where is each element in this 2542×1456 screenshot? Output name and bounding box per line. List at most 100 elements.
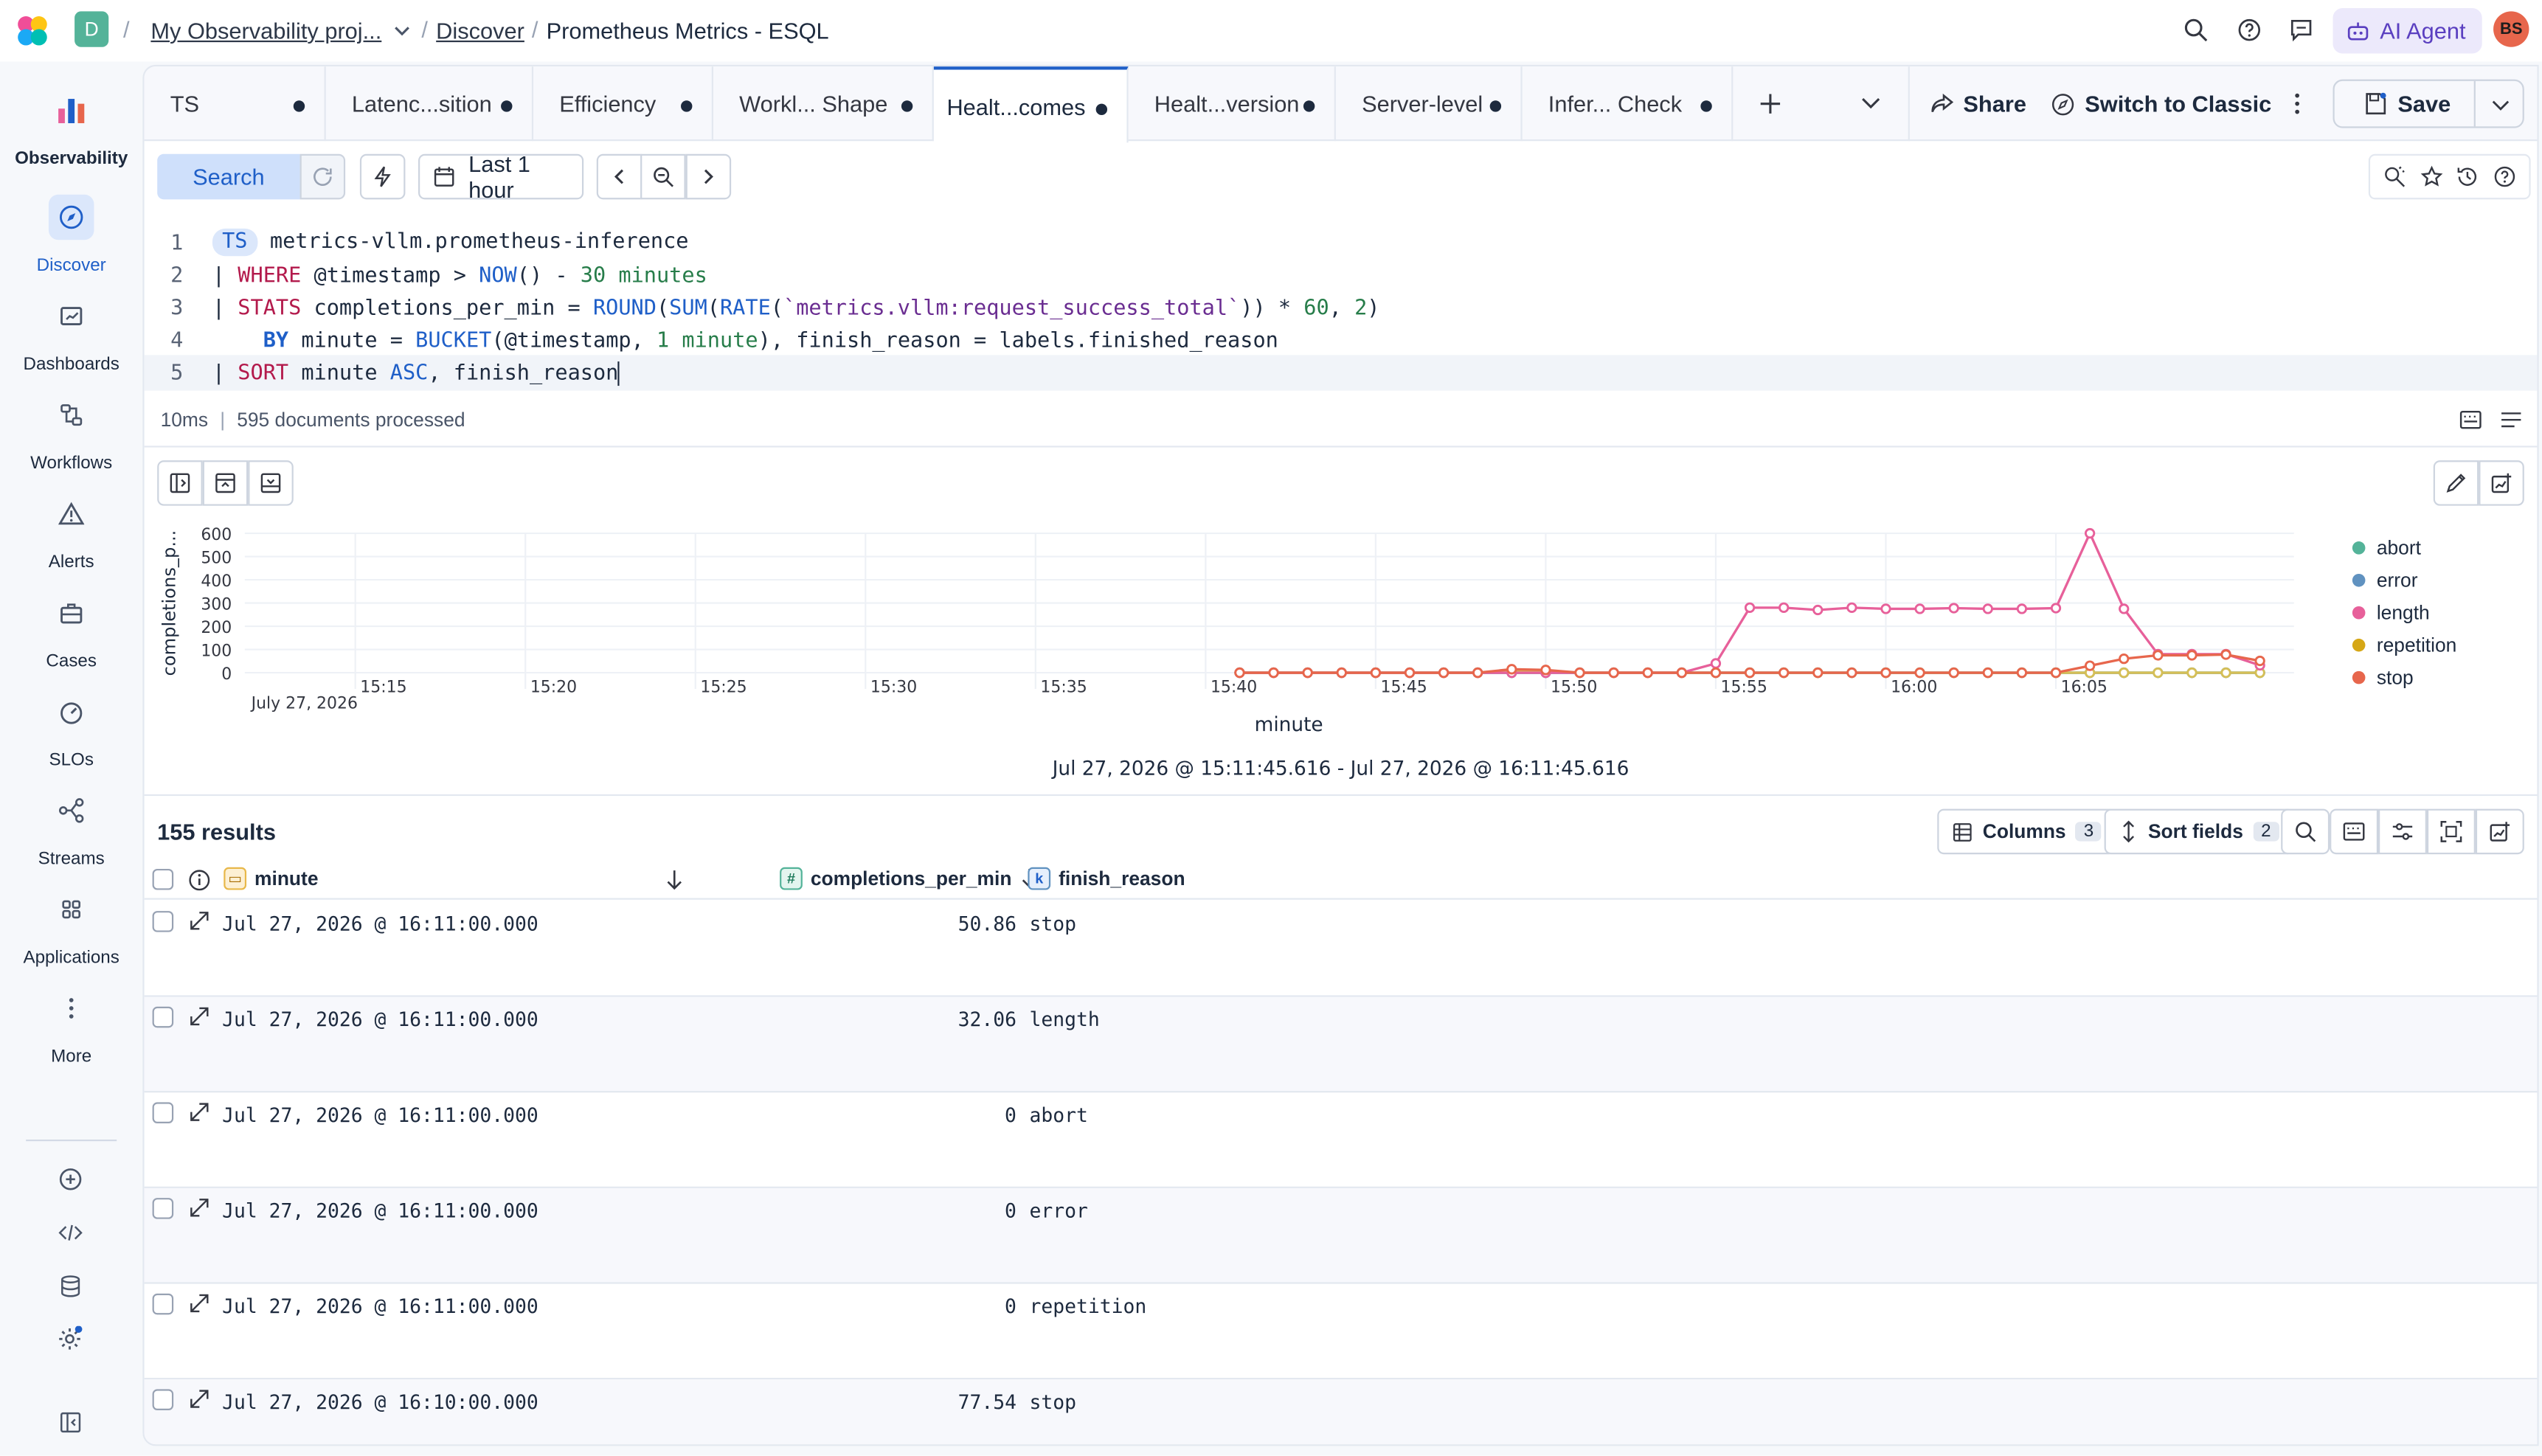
line-chart[interactable]: 600 500 400 300 200 100 0 15:15 15:20 15:25 15:30 1… [145,512,2349,797]
legend-item-error[interactable]: error [2352,569,2418,592]
elastic-logo-icon[interactable] [15,13,50,49]
sidebar-item-alerts[interactable]: Alerts [0,491,142,572]
sidebar-item-observability[interactable]: Observability [0,88,142,169]
toggle-sidebar-icon[interactable] [157,460,203,506]
row-checkbox[interactable] [152,1389,174,1410]
sort-descending-icon[interactable] [665,869,684,892]
zoom-out-icon[interactable] [640,153,686,200]
tab-efficiency[interactable]: Efficiency [533,66,713,142]
help-icon[interactable] [2493,165,2516,188]
tab-health-version[interactable]: Healt...version [1129,66,1336,142]
add-to-dashboard-icon[interactable] [2475,808,2524,855]
tab-latency[interactable]: Latenc...sition [326,66,534,142]
magic-wand-icon[interactable] [2383,165,2406,188]
switch-to-classic-button[interactable]: Switch to Classic [2051,83,2271,125]
save-to-dashboard-icon[interactable] [2479,460,2524,506]
row-checkbox[interactable] [152,1293,174,1315]
keyboard-icon[interactable] [2459,410,2482,429]
add-icon[interactable] [52,1161,87,1196]
column-header-finish-reason[interactable]: k finish_reason [1028,867,1185,890]
tabs-menu-chevron-icon[interactable] [1860,91,1883,122]
search-in-table-icon[interactable] [2281,808,2330,855]
column-label: completions_per_min [810,867,1012,890]
cell-finish-reason: stop [1029,1390,1077,1414]
expand-chart-icon[interactable] [248,460,294,506]
legend-item-repetition[interactable]: repetition [2352,634,2456,656]
sidebar-item-cases[interactable]: Cases [0,590,142,671]
sidebar-item-dashboards[interactable]: Dashboards [0,294,142,375]
sort-fields-button[interactable]: Sort fields 2 [2104,808,2294,855]
display-settings-icon[interactable] [2378,808,2427,855]
table-row[interactable]: Jul 27, 2026 @ 16:11:00.000 0 repetition [144,1284,2538,1380]
columns-button[interactable]: Columns 3 [1937,808,2117,855]
expand-row-icon[interactable] [188,1387,211,1410]
database-icon[interactable] [52,1268,87,1303]
legend-item-stop[interactable]: stop [2352,666,2414,689]
table-row[interactable]: Jul 27, 2026 @ 16:11:00.000 0 abort [144,1092,2538,1188]
save-button[interactable]: Save [2333,79,2524,128]
keyword-type-icon: k [1028,867,1051,890]
tab-health-outcomes[interactable]: Healt...comes [933,66,1129,143]
row-checkbox[interactable] [152,1102,174,1124]
expand-row-icon[interactable] [188,1005,211,1028]
add-tab-icon[interactable] [1754,88,1787,120]
column-header-completions[interactable]: # completions_per_min [780,867,1039,890]
fullscreen-icon[interactable] [2426,808,2476,855]
esql-editor[interactable]: 1 2 3 4 5 TS metrics-vllm.prometheus-inf… [145,222,2538,401]
star-icon[interactable] [2420,165,2443,188]
select-all-checkbox[interactable] [152,868,174,890]
table-row[interactable]: Jul 27, 2026 @ 16:11:00.000 50.86 stop [144,901,2538,997]
keyboard-shortcuts-icon[interactable] [2330,808,2379,855]
expand-row-icon[interactable] [188,1196,211,1219]
tab-ts[interactable]: TS [145,66,326,142]
edit-visualization-pencil-icon[interactable] [2433,460,2479,506]
documents-processed: 595 documents processed [237,408,465,431]
space-avatar[interactable]: D [75,11,109,47]
settings-gear-icon[interactable] [52,1321,87,1356]
tab-server-level[interactable]: Server-level [1336,66,1523,142]
history-icon[interactable] [2456,165,2479,188]
table-row[interactable]: Jul 27, 2026 @ 16:11:00.000 32.06 length [144,996,2538,1093]
tab-workload-shape[interactable]: Workl... Shape [713,66,934,142]
code-icon[interactable] [52,1214,87,1249]
project-link[interactable]: My Observability proj... [150,18,381,44]
column-header-minute[interactable]: ▭ minute [224,867,319,890]
info-icon[interactable] [188,869,211,892]
search-icon[interactable] [2181,15,2210,44]
search-button[interactable]: Search [157,153,300,200]
ai-agent-button[interactable]: AI Agent [2333,7,2482,54]
collapse-sidebar-icon[interactable] [52,1404,87,1439]
breadcrumb-discover[interactable]: Discover [436,18,524,44]
save-options-chevron-icon[interactable] [2490,94,2512,115]
collapse-chart-icon[interactable] [202,460,249,506]
more-options-icon[interactable] [2288,91,2307,125]
expand-row-icon[interactable] [188,909,211,932]
time-back-chevron-icon[interactable] [596,153,643,200]
sidebar-item-more[interactable]: More [0,985,142,1067]
help-icon[interactable] [2234,15,2263,44]
quick-query-lightning-icon[interactable] [359,153,406,200]
chevron-down-icon[interactable] [392,21,412,41]
legend-item-abort[interactable]: abort [2352,536,2421,559]
sidebar-item-slos[interactable]: SLOs [0,689,142,770]
sidebar-item-workflows[interactable]: Workflows [0,392,142,474]
sidebar-item-applications[interactable]: Applications [0,887,142,968]
sidebar-item-discover[interactable]: Discover [0,194,142,276]
legend-item-length[interactable]: length [2352,601,2430,624]
share-button[interactable]: Share [1930,83,2026,125]
sidebar-item-streams[interactable]: Streams [0,788,142,869]
user-avatar[interactable]: BS [2493,11,2529,47]
chat-icon[interactable] [2286,15,2316,44]
table-row[interactable]: Jul 27, 2026 @ 16:11:00.000 0 error [144,1188,2538,1284]
table-row[interactable]: Jul 27, 2026 @ 16:10:00.000 77.54 stop [144,1379,2538,1445]
time-range-picker[interactable]: Last 1 hour [418,150,584,203]
row-checkbox[interactable] [152,1198,174,1219]
tab-inference-check[interactable]: Infer... Check [1523,66,1734,142]
time-forward-chevron-icon[interactable] [685,153,732,200]
refresh-icon[interactable] [299,153,346,200]
list-options-icon[interactable] [2500,410,2523,429]
expand-row-icon[interactable] [188,1100,211,1123]
row-checkbox[interactable] [152,911,174,932]
expand-row-icon[interactable] [188,1292,211,1315]
row-checkbox[interactable] [152,1006,174,1028]
